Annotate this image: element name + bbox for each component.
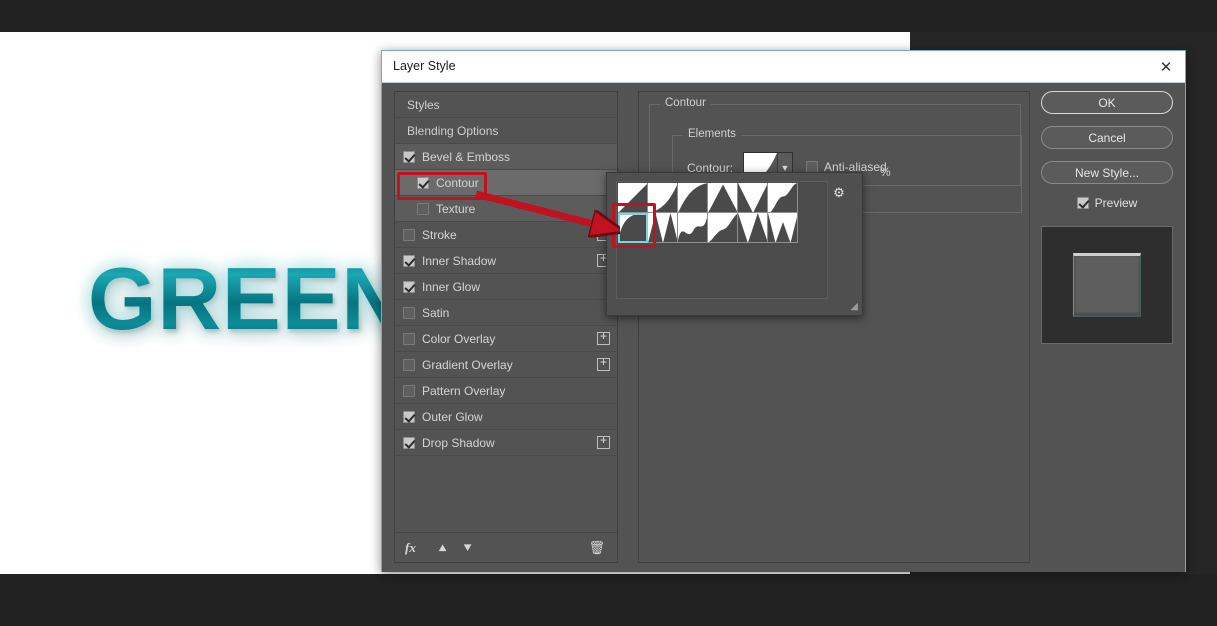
style-row-label: Inner Shadow	[422, 253, 497, 268]
style-row-label: Gradient Overlay	[422, 357, 513, 372]
style-row-drop-shadow[interactable]: Drop Shadow	[395, 430, 617, 456]
cancel-button[interactable]: Cancel	[1041, 126, 1173, 149]
dialog-title: Layer Style	[393, 59, 456, 73]
preview-checkbox[interactable]: Preview	[1041, 196, 1173, 210]
dialog-titlebar: Layer Style ✕	[382, 51, 1185, 83]
contour-thumbnail-ring[interactable]	[738, 183, 768, 213]
checkbox-texture[interactable]	[417, 202, 429, 215]
add-effect-icon[interactable]	[597, 357, 610, 371]
dialog-body: Styles Blending Options Bevel & Emboss Cont…	[382, 83, 1185, 572]
checkbox-pattern-overlay[interactable]	[403, 384, 415, 397]
arrow-down-icon[interactable]: ⯆	[462, 540, 473, 557]
settings-panel: Contour Elements Contour: ▼ Anti-aliased…	[638, 91, 1030, 563]
style-row-stroke[interactable]: Stroke	[395, 222, 617, 248]
checkbox-gradient-overlay[interactable]	[403, 358, 415, 371]
contour-thumbnail-cone[interactable]	[648, 183, 678, 213]
checkbox-inner-shadow[interactable]	[403, 254, 415, 267]
style-row-label: Satin	[422, 305, 450, 320]
style-row-label: Color Overlay	[422, 331, 496, 346]
style-row-label: Drop Shadow	[422, 435, 495, 450]
checkbox-contour[interactable]	[417, 176, 429, 189]
new-style-button[interactable]: New Style...	[1041, 161, 1173, 184]
style-row-blending-options[interactable]: Blending Options	[395, 118, 617, 144]
contour-group-title: Contour	[660, 97, 711, 109]
styles-list: Styles Blending Options Bevel & Emboss Cont…	[395, 92, 617, 532]
add-effect-icon[interactable]	[597, 331, 610, 345]
style-row-satin[interactable]: Satin	[395, 300, 617, 326]
contour-picker-popup: ⚙ ◢	[606, 172, 863, 316]
fx-icon[interactable]: fx	[405, 540, 416, 556]
contour-thumbnail-ring-double[interactable]	[648, 213, 678, 243]
style-row-label: Outer Glow	[422, 409, 483, 424]
elements-group-title: Elements	[683, 128, 741, 140]
style-row-inner-glow[interactable]: Inner Glow	[395, 274, 617, 300]
contour-thumbnail-rounded-steps[interactable]	[708, 213, 738, 243]
style-row-label: Blending Options	[407, 123, 499, 138]
preview-label: Preview	[1094, 196, 1138, 210]
preview-checkbox-box	[1076, 197, 1089, 209]
style-row-label: Inner Glow	[422, 279, 481, 294]
contour-thumbnail-double-ring[interactable]	[708, 183, 738, 213]
checkbox-satin[interactable]	[403, 306, 415, 319]
contour-thumbnail-rolling-slope[interactable]	[678, 213, 708, 243]
styles-footer-toolbar: fx ⯅ ⯆ 🗑	[395, 532, 617, 562]
contour-thumbnail-gaussian[interactable]	[768, 183, 798, 213]
desktop-top-bar	[0, 0, 1217, 32]
style-row-inner-shadow[interactable]: Inner Shadow	[395, 248, 617, 274]
checkbox-inner-glow[interactable]	[403, 280, 415, 293]
style-row-texture[interactable]: Texture	[395, 196, 617, 222]
style-row-label: Bevel & Emboss	[422, 149, 511, 164]
checkbox-bevel-emboss[interactable]	[403, 150, 415, 163]
desktop-bottom-bar	[0, 574, 1217, 626]
preview-shape	[1073, 253, 1141, 317]
arrow-up-icon[interactable]: ⯅	[437, 540, 448, 557]
gear-icon[interactable]: ⚙	[830, 184, 848, 202]
contour-grid	[617, 182, 827, 244]
style-row-label: Stroke	[422, 227, 457, 242]
dialog-buttons-column: OK Cancel New Style... Preview	[1041, 91, 1173, 344]
contour-thumbnail-sawtooth-2[interactable]	[768, 213, 798, 243]
contour-thumbnail-half-round[interactable]	[618, 213, 648, 243]
contour-grid-frame	[616, 181, 828, 299]
style-row-bevel-emboss[interactable]: Bevel & Emboss	[395, 144, 617, 170]
style-row-gradient-overlay[interactable]: Gradient Overlay	[395, 352, 617, 378]
style-row-pattern-overlay[interactable]: Pattern Overlay	[395, 378, 617, 404]
trash-icon[interactable]: 🗑	[588, 540, 605, 556]
preview-thumbnail	[1041, 226, 1173, 344]
resize-grip-icon[interactable]: ◢	[850, 301, 858, 312]
checkbox-color-overlay[interactable]	[403, 332, 415, 345]
contour-thumbnail-sawtooth-1[interactable]	[738, 213, 768, 243]
styles-panel: Styles Blending Options Bevel & Emboss Cont…	[394, 91, 618, 563]
style-row-color-overlay[interactable]: Color Overlay	[395, 326, 617, 352]
ok-button[interactable]: OK	[1041, 91, 1173, 114]
style-row-contour[interactable]: Contour	[395, 170, 617, 196]
artwork-text: GREEN	[88, 249, 406, 348]
contour-thumbnail-linear[interactable]	[618, 183, 648, 213]
contour-thumbnail-cone-inverted[interactable]	[678, 183, 708, 213]
add-effect-icon[interactable]	[597, 435, 610, 449]
checkbox-stroke[interactable]	[403, 228, 415, 241]
checkbox-drop-shadow[interactable]	[403, 436, 415, 449]
range-percent-label: %	[880, 165, 891, 179]
style-row-styles[interactable]: Styles	[395, 92, 617, 118]
style-row-label: Contour	[436, 175, 479, 190]
style-row-label: Styles	[407, 97, 440, 112]
style-row-outer-glow[interactable]: Outer Glow	[395, 404, 617, 430]
style-row-label: Pattern Overlay	[422, 383, 506, 398]
close-icon[interactable]: ✕	[1155, 56, 1177, 78]
style-row-label: Texture	[436, 201, 476, 216]
checkbox-outer-glow[interactable]	[403, 410, 415, 423]
